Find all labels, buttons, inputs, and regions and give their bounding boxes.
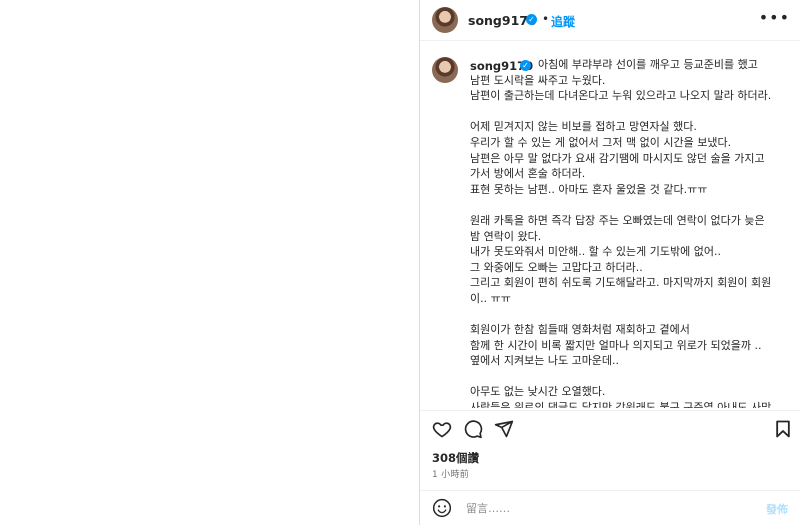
caption-line: 남편은 아무 말 없다가 요새 감기땜에 마시지도 않던 술을 가지고 가서 방… [470,151,769,181]
caption-line: 그리고 회원이 편히 쉬도록 기도해달라고. 마지막까지 회원이 회원이.. ㅠ… [470,276,772,305]
heart-icon[interactable] [432,419,452,439]
like-count[interactable]: 308個讚 [432,450,479,466]
avatar[interactable] [432,7,458,33]
caption-blank-line [470,197,778,213]
caption-line: 우리가 할 수 있는 게 없어서 그저 맥 없이 시간을 보냈다. [470,135,732,149]
post-detail-panel: song9170 ✓ • 追蹤 ••• 아침에 부랴부랴 선이를 깨우고 등교준… [420,0,800,525]
caption-line: 남편이 출근하는데 다녀온다고 누워 있으라고 나오지 말라 하더라. [470,89,772,103]
caption-line: 내가 못도와줘서 미안해.. 할 수 있는게 기도밖에 없어.. [470,245,721,259]
comment-input[interactable] [464,497,748,519]
caption-line: 아무도 없는 낮시간 오열했다. [470,385,606,399]
caption-first-line: 아침에 부랴부랴 선이를 깨우고 등교준비를 했고 [538,58,758,71]
bookmark-icon[interactable] [774,419,792,439]
caption-line: 표현 못하는 남편.. 아마도 혼자 울었을 것 같다.ㅠㅠ [470,182,708,196]
verified-badge-icon: ✓ [526,14,537,25]
follow-button[interactable]: 追蹤 [551,13,575,30]
post-comment-button[interactable]: 發佈 [766,501,788,517]
caption-blank-line [470,369,778,385]
caption-area: 아침에 부랴부랴 선이를 깨우고 등교준비를 했고 남편 도시락을 싸주고 누웠… [420,41,800,408]
caption-line: 회원이가 한참 힘들때 영화처럼 재회하고 곁에서 [470,323,690,337]
caption-avatar[interactable] [432,57,458,83]
separator-dot: • [542,12,550,26]
caption-blank-line [470,307,778,323]
caption-lines: 남편 도시락을 싸주고 누웠다. 남편이 출근하는데 다녀온다고 누워 있으라고 … [470,73,778,408]
action-bar [420,410,800,447]
caption-line: 옆에서 지켜보는 나도 고마운데.. [470,354,620,368]
caption-blank-line [470,104,778,120]
caption-line: 원래 카톡을 하면 즉각 답장 주는 오빠였는데 연락이 없다가 늦은 밤 연락… [470,213,769,243]
comment-icon[interactable] [463,419,483,439]
more-options-icon[interactable]: ••• [759,8,790,27]
caption-text: 아침에 부랴부랴 선이를 깨우고 등교준비를 했고 남편 도시락을 싸주고 누웠… [470,57,778,408]
comment-bar: 發佈 [420,490,800,526]
caption-line: 사람들은 위로의 댓글도 달지만 강원래도 불구 구준엽 아내도 사망 [470,401,772,408]
post-time[interactable]: 1 小時前 [432,467,469,480]
post-header: song9170 ✓ • 追蹤 ••• [420,0,800,41]
caption-line: 그 와중에도 오빠는 고맙다고 하더라.. [470,260,643,274]
verified-badge-icon: ✓ [520,60,531,71]
caption-line: 남편 도시락을 싸주고 누웠다. [470,73,606,87]
caption-line: 함께 한 시간이 비록 짧지만 얼마나 의지되고 위로가 되었을까 .. [470,338,762,352]
post-image-pane [0,0,419,525]
caption-line: 어제 믿겨지지 않는 비보를 접하고 망연자실 했다. [470,120,697,134]
emoji-icon[interactable] [432,498,452,518]
share-icon[interactable] [494,419,514,439]
